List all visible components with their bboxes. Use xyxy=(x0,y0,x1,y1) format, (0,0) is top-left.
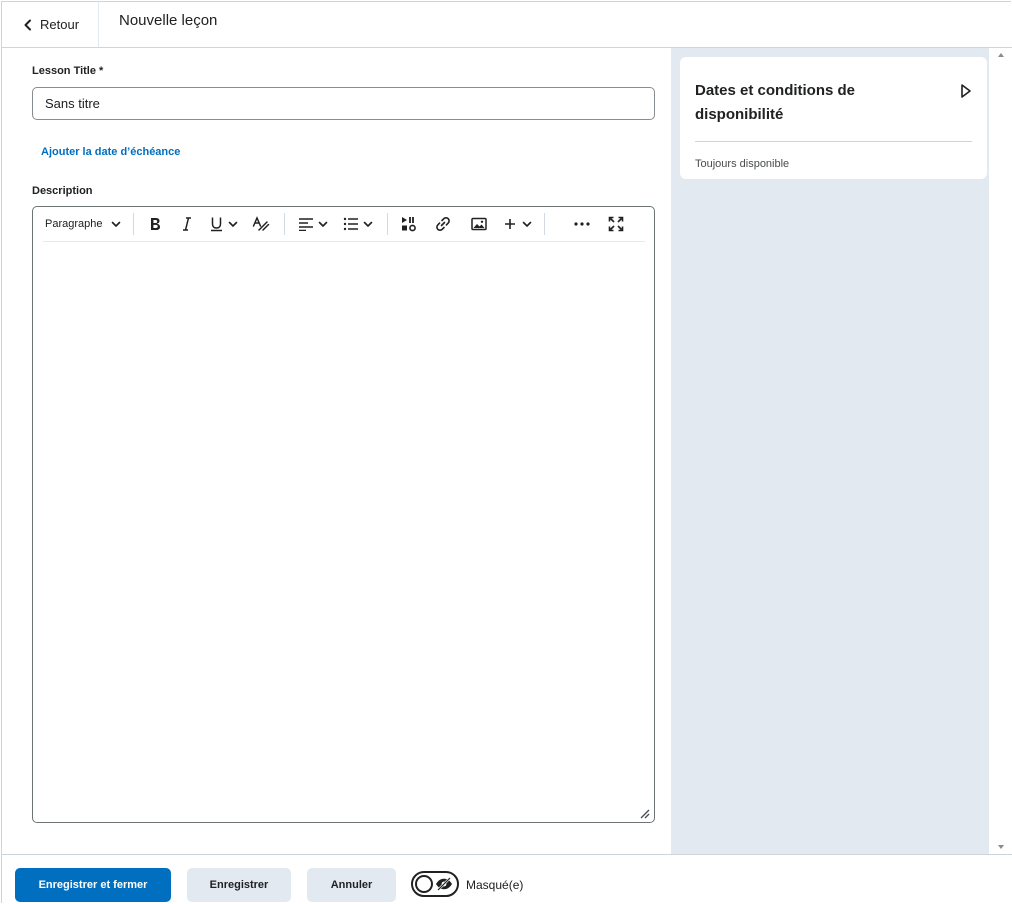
chevron-down-icon xyxy=(318,221,327,227)
insert-image-button[interactable] xyxy=(462,209,496,239)
text-format-button[interactable] xyxy=(244,209,278,239)
scroll-up-arrow-icon[interactable] xyxy=(997,52,1005,58)
toggle-knob xyxy=(415,875,433,893)
image-icon xyxy=(470,217,487,231)
paragraph-style-label: Paragraphe xyxy=(45,218,103,230)
save-and-close-button[interactable]: Enregistrer et fermer xyxy=(15,868,171,902)
list-dropdown[interactable] xyxy=(335,209,381,239)
description-label: Description xyxy=(32,185,93,197)
side-panel: Dates et conditions de disponibilité Tou… xyxy=(671,48,989,854)
toolbar-separator xyxy=(283,213,285,235)
eye-hidden-icon xyxy=(436,877,452,891)
caret-right-icon[interactable] xyxy=(959,83,973,99)
chevron-down-icon xyxy=(111,221,120,227)
fullscreen-icon xyxy=(608,216,623,232)
chevron-down-icon xyxy=(228,221,238,227)
italic-button[interactable] xyxy=(170,209,204,239)
insert-dropdown[interactable] xyxy=(496,209,540,239)
bold-button[interactable] xyxy=(140,209,170,239)
main-form: Lesson Title * Ajouter la date d’échéanc… xyxy=(2,48,671,854)
more-options-button[interactable] xyxy=(565,209,599,239)
card-divider xyxy=(695,141,972,142)
page-title: Nouvelle leçon xyxy=(119,12,218,29)
cancel-button[interactable]: Annuler xyxy=(307,868,396,902)
toolbar-separator xyxy=(543,213,545,235)
chevron-down-icon xyxy=(522,221,532,227)
bulleted-list-icon xyxy=(343,217,358,231)
insert-link-button[interactable] xyxy=(424,209,462,239)
bold-icon xyxy=(150,218,160,230)
plus-icon xyxy=(505,219,515,229)
add-due-date-link[interactable]: Ajouter la date d’échéance xyxy=(41,146,180,158)
chevron-down-icon xyxy=(363,221,372,227)
editor-toolbar: Paragraphe xyxy=(43,207,645,242)
scroll-down-arrow-icon[interactable] xyxy=(997,844,1005,850)
underline-icon xyxy=(211,217,222,232)
fullscreen-button[interactable] xyxy=(599,209,633,239)
align-left-icon xyxy=(298,218,313,231)
back-label: Retour xyxy=(40,17,80,32)
toolbar-separator xyxy=(386,213,388,235)
page-header: Retour Nouvelle leçon xyxy=(2,2,1012,48)
app-frame: Retour Nouvelle leçon Lesson Title * Ajo… xyxy=(1,1,1012,904)
back-button[interactable]: Retour xyxy=(2,2,99,47)
panel-scrollbar[interactable] xyxy=(989,48,1012,854)
availability-card-title: Dates et conditions de disponibilité xyxy=(695,82,856,123)
underline-button[interactable] xyxy=(204,209,244,239)
link-icon xyxy=(435,217,450,231)
paragraph-style-dropdown[interactable]: Paragraphe xyxy=(45,209,121,239)
availability-status: Toujours disponible xyxy=(695,158,790,170)
align-dropdown[interactable] xyxy=(291,209,335,239)
description-editor[interactable]: Paragraphe xyxy=(32,206,655,823)
toolbar-separator xyxy=(132,213,134,235)
lesson-title-label: Lesson Title * xyxy=(32,65,104,77)
lesson-title-input[interactable] xyxy=(32,87,655,120)
resize-handle-icon[interactable] xyxy=(638,807,650,819)
hidden-toggle-label: Masqué(e) xyxy=(466,878,524,892)
chevron-left-icon xyxy=(24,19,31,30)
ellipsis-icon xyxy=(573,222,590,226)
footer-actions: Enregistrer et fermer Enregistrer Annule… xyxy=(2,854,1012,904)
text-format-icon xyxy=(252,216,269,231)
insert-media-button[interactable] xyxy=(394,209,424,239)
italic-icon xyxy=(182,217,191,231)
hidden-toggle[interactable] xyxy=(411,871,459,897)
save-button[interactable]: Enregistrer xyxy=(187,868,291,902)
media-icon xyxy=(401,217,416,232)
availability-card[interactable]: Dates et conditions de disponibilité Tou… xyxy=(680,57,987,179)
